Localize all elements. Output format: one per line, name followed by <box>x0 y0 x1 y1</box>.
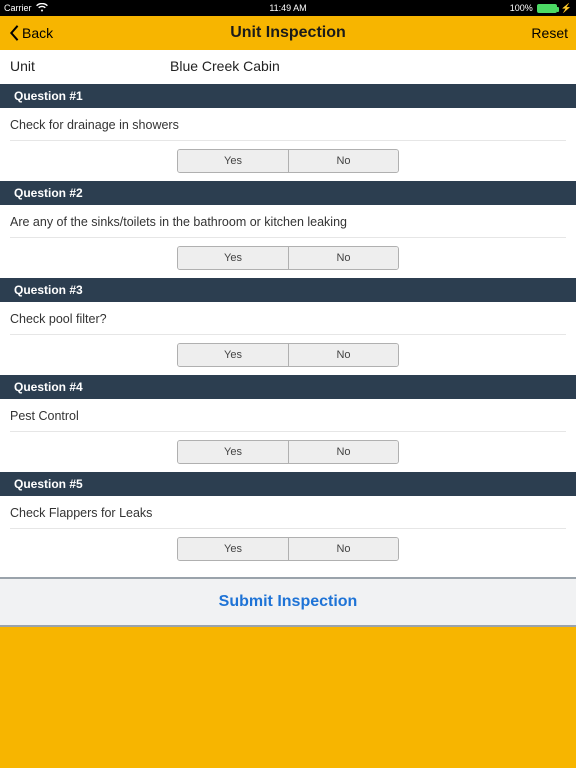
no-button[interactable]: No <box>288 344 398 366</box>
nav-bar: Back Unit Inspection Reset <box>0 16 576 50</box>
no-button[interactable]: No <box>288 441 398 463</box>
carrier-label: Carrier <box>4 3 32 13</box>
question-header: Question #2 <box>0 181 576 205</box>
yes-button[interactable]: Yes <box>178 247 288 269</box>
submit-bar: Submit Inspection <box>0 577 576 627</box>
status-bar: Carrier 11:49 AM 100% ⚡ <box>0 0 576 16</box>
question-header: Question #1 <box>0 84 576 108</box>
no-button[interactable]: No <box>288 247 398 269</box>
submit-button[interactable]: Submit Inspection <box>219 593 358 610</box>
unit-row: Unit Blue Creek Cabin <box>0 50 576 84</box>
segmented-control: YesNo <box>177 149 399 173</box>
no-button[interactable]: No <box>288 150 398 172</box>
yes-button[interactable]: Yes <box>178 344 288 366</box>
back-button[interactable]: Back <box>8 24 53 42</box>
charging-icon: ⚡ <box>561 3 572 14</box>
question-header: Question #3 <box>0 278 576 302</box>
segmented-row: YesNo <box>0 335 576 375</box>
segmented-row: YesNo <box>0 141 576 181</box>
segmented-control: YesNo <box>177 246 399 270</box>
background-fill <box>0 627 576 768</box>
battery-percent: 100% <box>510 3 533 13</box>
back-label: Back <box>22 25 53 41</box>
segmented-row: YesNo <box>0 529 576 569</box>
question-text: Check Flappers for Leaks <box>0 496 576 528</box>
segmented-control: YesNo <box>177 440 399 464</box>
battery-icon <box>537 4 557 13</box>
unit-label: Unit <box>10 58 170 74</box>
wifi-icon <box>36 3 48 14</box>
segmented-control: YesNo <box>177 537 399 561</box>
yes-button[interactable]: Yes <box>178 150 288 172</box>
no-button[interactable]: No <box>288 538 398 560</box>
page-title: Unit Inspection <box>230 24 346 42</box>
segmented-row: YesNo <box>0 432 576 472</box>
question-text: Pest Control <box>0 399 576 431</box>
segmented-row: YesNo <box>0 238 576 278</box>
yes-button[interactable]: Yes <box>178 441 288 463</box>
chevron-left-icon <box>8 24 20 42</box>
segmented-control: YesNo <box>177 343 399 367</box>
question-header: Question #4 <box>0 375 576 399</box>
yes-button[interactable]: Yes <box>178 538 288 560</box>
unit-value: Blue Creek Cabin <box>170 58 280 74</box>
question-text: Check for drainage in showers <box>0 108 576 140</box>
content-area: Unit Blue Creek Cabin Question #1Check f… <box>0 50 576 627</box>
question-text: Are any of the sinks/toilets in the bath… <box>0 205 576 237</box>
question-text: Check pool filter? <box>0 302 576 334</box>
clock-label: 11:49 AM <box>269 3 306 13</box>
question-header: Question #5 <box>0 472 576 496</box>
reset-button[interactable]: Reset <box>531 25 568 41</box>
